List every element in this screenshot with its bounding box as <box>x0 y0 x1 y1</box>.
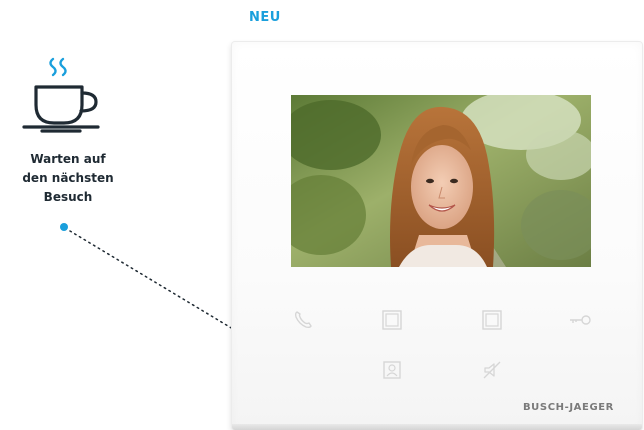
waiting-message-line: den nächsten <box>22 171 114 185</box>
waiting-message-line: Warten auf <box>30 152 106 166</box>
phone-icon[interactable] <box>289 306 317 334</box>
square-button-icon[interactable] <box>478 306 506 334</box>
waiting-message-line: Besuch <box>43 190 93 204</box>
key-icon[interactable] <box>566 306 594 334</box>
waiting-message: Warten auf den nächsten Besuch <box>10 150 126 207</box>
new-badge: NEU <box>249 10 281 25</box>
brand-logo: BUSCH-JAEGER <box>522 402 614 413</box>
video-screen <box>291 95 591 267</box>
mute-icon[interactable] <box>478 356 506 384</box>
camera-icon[interactable] <box>378 356 406 384</box>
device-edge <box>232 424 642 430</box>
indoor-station-device: BUSCH-JAEGER <box>232 42 642 430</box>
coffee-cup-icon <box>18 55 102 140</box>
square-button-icon[interactable] <box>378 306 406 334</box>
